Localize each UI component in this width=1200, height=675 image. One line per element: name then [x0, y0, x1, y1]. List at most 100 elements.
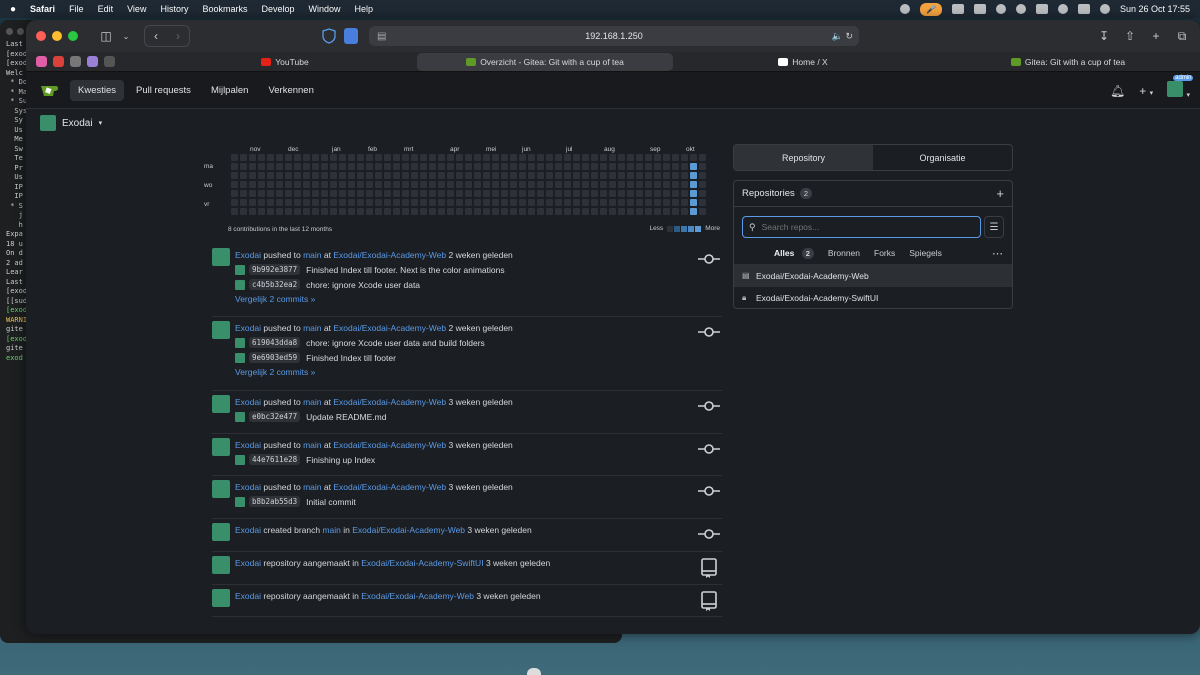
- heatmap-cell[interactable]: [339, 199, 346, 206]
- heatmap-cell[interactable]: [249, 190, 256, 197]
- filter-alles[interactable]: Alles 2: [774, 248, 814, 259]
- heatmap-cell[interactable]: [465, 199, 472, 206]
- heatmap-cell[interactable]: [663, 172, 670, 179]
- feed-user-link[interactable]: Exodai: [235, 558, 261, 568]
- heatmap-cell[interactable]: [555, 172, 562, 179]
- heatmap-cell[interactable]: [294, 172, 301, 179]
- heatmap-cell[interactable]: [645, 154, 652, 161]
- heatmap-cell[interactable]: [510, 172, 517, 179]
- heatmap-cell[interactable]: [582, 181, 589, 188]
- heatmap-cell[interactable]: [636, 154, 643, 161]
- heatmap-cell[interactable]: [330, 172, 337, 179]
- nav-mijlpalen[interactable]: Mijlpalen: [203, 80, 257, 101]
- tab-x[interactable]: Home / X: [778, 53, 828, 71]
- heatmap-cell[interactable]: [321, 208, 328, 215]
- heatmap-cell[interactable]: [375, 208, 382, 215]
- heatmap-cell[interactable]: [636, 172, 643, 179]
- nav-verkennen[interactable]: Verkennen: [260, 80, 321, 101]
- heatmap-cell[interactable]: [294, 154, 301, 161]
- heatmap-cell[interactable]: [357, 208, 364, 215]
- heatmap-cell[interactable]: [366, 154, 373, 161]
- tab-gitea[interactable]: Gitea: Git with a cup of tea: [1008, 53, 1128, 71]
- heatmap-cell[interactable]: [564, 172, 571, 179]
- heatmap-cell[interactable]: [357, 190, 364, 197]
- heatmap-cell[interactable]: [510, 199, 517, 206]
- heatmap-cell[interactable]: [429, 199, 436, 206]
- heatmap-cell[interactable]: [456, 199, 463, 206]
- heatmap-cell[interactable]: [483, 154, 490, 161]
- repo-search-input[interactable]: [761, 222, 962, 232]
- heatmap-cell[interactable]: [240, 154, 247, 161]
- heatmap-cell[interactable]: [555, 181, 562, 188]
- heatmap-cell[interactable]: [267, 172, 274, 179]
- heatmap-cell[interactable]: [402, 181, 409, 188]
- heatmap-cell[interactable]: [699, 163, 706, 170]
- heatmap-cell[interactable]: [384, 208, 391, 215]
- heatmap-cell[interactable]: [519, 208, 526, 215]
- heatmap-cell[interactable]: [312, 163, 319, 170]
- heatmap-cell[interactable]: [519, 154, 526, 161]
- heatmap-cell[interactable]: [663, 208, 670, 215]
- heatmap-cell[interactable]: [546, 208, 553, 215]
- heatmap-cell[interactable]: [465, 163, 472, 170]
- pinterest-icon[interactable]: [53, 56, 64, 67]
- heatmap-cell[interactable]: [609, 154, 616, 161]
- heatmap-cell[interactable]: [699, 172, 706, 179]
- heatmap-cell[interactable]: [627, 181, 634, 188]
- heatmap-cell[interactable]: [663, 154, 670, 161]
- heatmap-cell[interactable]: [492, 190, 499, 197]
- share-icon[interactable]: ⇧: [1120, 26, 1140, 46]
- heatmap-cell[interactable]: [411, 208, 418, 215]
- feed-user-link[interactable]: Exodai: [235, 440, 261, 450]
- heatmap-cell[interactable]: [654, 199, 661, 206]
- heatmap-cell[interactable]: [312, 208, 319, 215]
- heatmap-cell[interactable]: [528, 163, 535, 170]
- heatmap-cell[interactable]: [438, 181, 445, 188]
- heatmap-cell[interactable]: [672, 208, 679, 215]
- heatmap-cell[interactable]: [366, 199, 373, 206]
- heatmap-cell[interactable]: [321, 190, 328, 197]
- heatmap-cell[interactable]: [582, 199, 589, 206]
- heatmap-cell[interactable]: [573, 208, 580, 215]
- commit-sha[interactable]: 619043dda8: [249, 337, 301, 348]
- microphone-icon[interactable]: 🎤: [919, 2, 942, 16]
- heatmap-cell[interactable]: [339, 154, 346, 161]
- heatmap-cell[interactable]: [501, 172, 508, 179]
- heatmap-cell[interactable]: [348, 181, 355, 188]
- heatmap-cell[interactable]: [231, 208, 238, 215]
- status-icon-a[interactable]: [899, 4, 910, 14]
- heatmap-cell[interactable]: [564, 181, 571, 188]
- feed-branch-link[interactable]: main: [322, 525, 340, 535]
- repo-search-box[interactable]: ⚲: [742, 216, 981, 238]
- heatmap-cell[interactable]: [240, 163, 247, 170]
- heatmap-cell[interactable]: [384, 172, 391, 179]
- feed-repo-link[interactable]: Exodai/Exodai-Academy-Web: [333, 250, 446, 260]
- menu-app-name[interactable]: Safari: [30, 4, 55, 14]
- heatmap-cell[interactable]: [573, 181, 580, 188]
- heatmap-cell[interactable]: [447, 154, 454, 161]
- heatmap-cell[interactable]: [321, 163, 328, 170]
- heatmap-cell[interactable]: [357, 172, 364, 179]
- menu-bookmarks[interactable]: Bookmarks: [202, 4, 247, 14]
- heatmap-cell[interactable]: [492, 199, 499, 206]
- feed-user-link[interactable]: Exodai: [235, 591, 261, 601]
- heatmap-cell[interactable]: [348, 172, 355, 179]
- heatmap-cell[interactable]: [303, 208, 310, 215]
- heatmap-cell[interactable]: [609, 181, 616, 188]
- heatmap-cell[interactable]: [420, 163, 427, 170]
- feed-repo-link[interactable]: Exodai/Exodai-Academy-SwiftUI: [361, 558, 483, 568]
- status-icon-c[interactable]: [973, 4, 986, 14]
- heatmap-cell[interactable]: [357, 181, 364, 188]
- heatmap-cell[interactable]: [636, 190, 643, 197]
- heatmap-cell[interactable]: [510, 154, 517, 161]
- heatmap-cell[interactable]: [528, 154, 535, 161]
- heatmap-cell[interactable]: [267, 199, 274, 206]
- heatmap-cell[interactable]: [456, 163, 463, 170]
- heatmap-cell[interactable]: [411, 199, 418, 206]
- heatmap-cell[interactable]: [357, 154, 364, 161]
- heatmap-cell[interactable]: [420, 208, 427, 215]
- tab-youtube[interactable]: YouTube: [260, 53, 310, 71]
- heatmap-cell[interactable]: [231, 154, 238, 161]
- heatmap-cell[interactable]: [393, 208, 400, 215]
- heatmap-cell[interactable]: [276, 208, 283, 215]
